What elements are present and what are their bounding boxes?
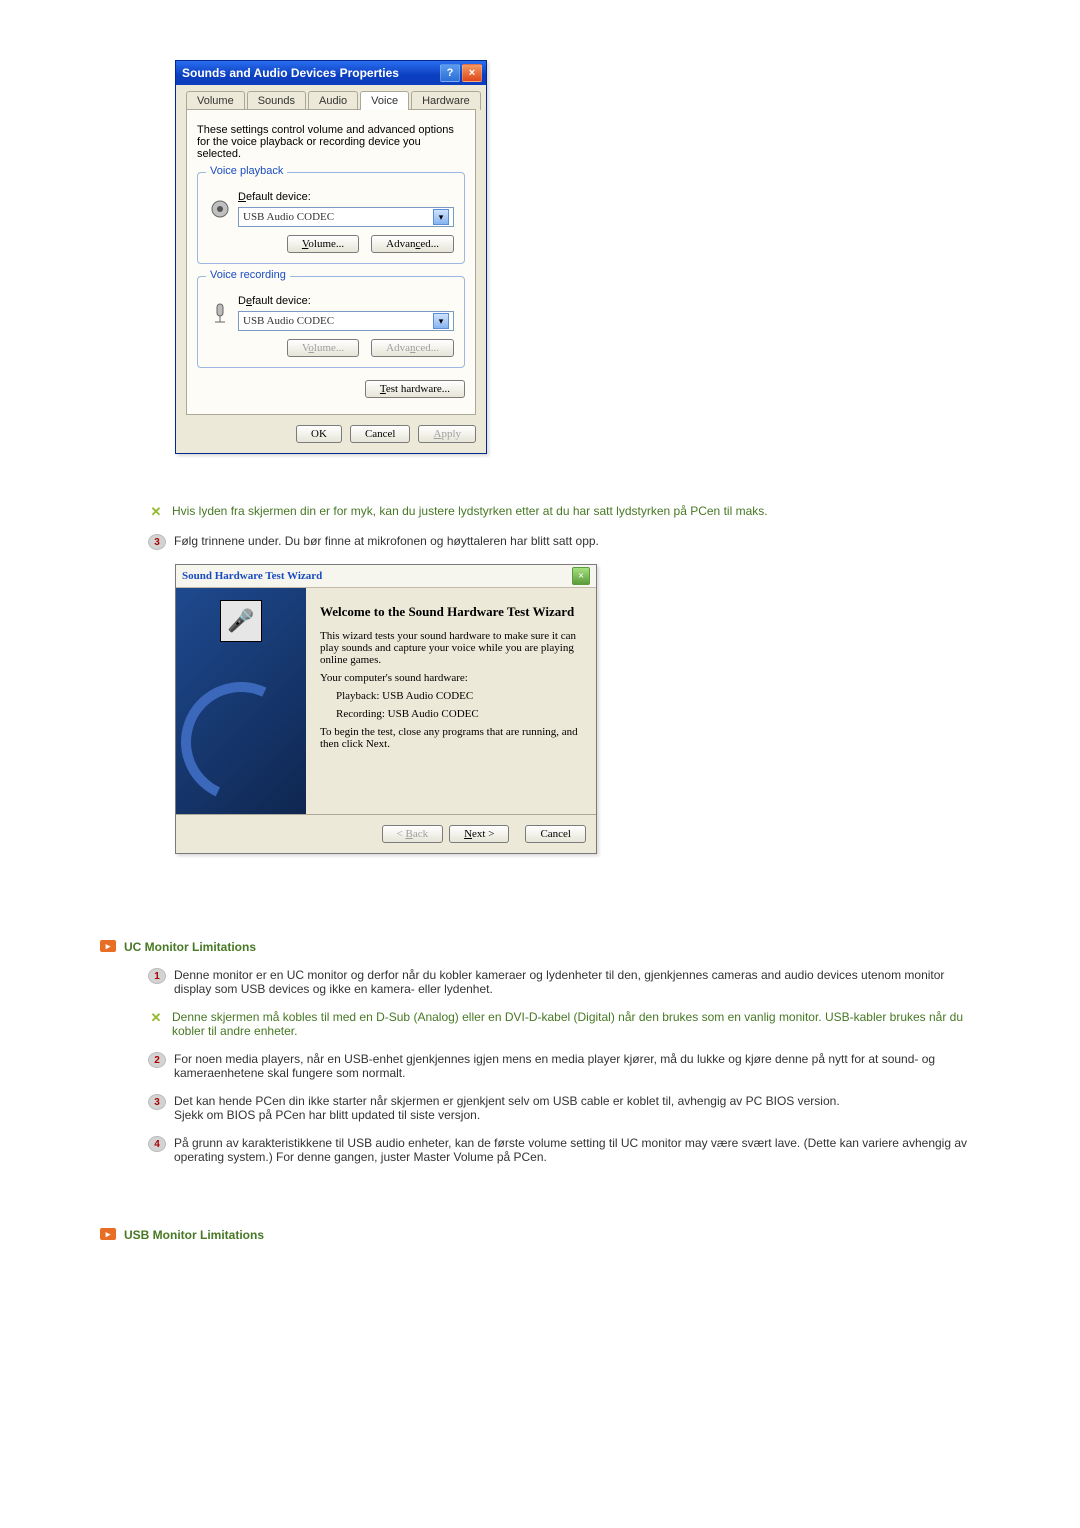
recording-device-value: USB Audio CODEC — [243, 315, 334, 327]
step-number-icon: 1 — [148, 968, 166, 984]
sound-audio-properties-dialog: Sounds and Audio Devices Properties ? × … — [175, 60, 487, 454]
recording-default-label: Default device: — [238, 295, 454, 307]
ok-button[interactable]: OK — [296, 425, 342, 443]
cancel-button[interactable]: Cancel — [350, 425, 411, 443]
section-uc-heading: ▸ UC Monitor Limitations — [100, 940, 980, 954]
chevron-down-icon: ▾ — [433, 209, 449, 225]
close-icon[interactable]: × — [572, 567, 590, 585]
tab-panel-voice: These settings control volume and advanc… — [186, 109, 476, 415]
wizard-heading: Welcome to the Sound Hardware Test Wizar… — [320, 604, 582, 620]
group-title-playback: Voice playback — [206, 165, 287, 177]
voice-description: These settings control volume and advanc… — [197, 124, 465, 160]
uc-item-3b: Sjekk om BIOS på PCen har blitt updated … — [174, 1108, 480, 1122]
back-button[interactable]: < Back — [382, 825, 444, 843]
test-hardware-button[interactable]: Test hardware... — [365, 380, 465, 398]
apply-button[interactable]: Apply — [418, 425, 476, 443]
wizard-hardware-label: Your computer's sound hardware: — [320, 672, 582, 684]
sound-hardware-test-wizard: Sound Hardware Test Wizard × 🎤 Welcome t… — [175, 564, 597, 854]
recording-volume-button[interactable]: Volume... — [287, 339, 359, 357]
playback-volume-button[interactable]: Volume... — [287, 235, 359, 253]
wizard-recording-device: Recording: USB Audio CODEC — [336, 708, 582, 720]
playback-device-value: USB Audio CODEC — [243, 211, 334, 223]
section-arrow-icon: ▸ — [100, 940, 116, 952]
uc-item-4: 4 På grunn av karakteristikkene til USB … — [100, 1136, 980, 1164]
dialog-titlebar: Sounds and Audio Devices Properties ? × — [176, 61, 486, 85]
uc-item-3a: Det kan hende PCen din ikke starter når … — [174, 1094, 840, 1108]
uc-item-3: 3 Det kan hende PCen din ikke starter nå… — [100, 1094, 980, 1122]
group-voice-playback: Voice playback Default device: USB Audio… — [197, 172, 465, 264]
chevron-down-icon: ▾ — [433, 313, 449, 329]
note-icon: ✕ — [148, 1010, 164, 1026]
speaker-icon — [208, 197, 232, 221]
close-icon[interactable]: × — [462, 64, 482, 82]
microphone-icon — [208, 301, 232, 325]
playback-default-label: Default device: — [238, 191, 454, 203]
tab-sounds[interactable]: Sounds — [247, 91, 306, 110]
group-voice-recording: Voice recording Default device: USB Audi… — [197, 276, 465, 368]
group-title-recording: Voice recording — [206, 269, 290, 281]
playback-device-select[interactable]: USB Audio CODEC ▾ — [238, 207, 454, 227]
step-number-icon: 3 — [148, 1094, 166, 1110]
tab-volume[interactable]: Volume — [186, 91, 245, 110]
step-3: 3 Følg trinnene under. Du bør finne at m… — [100, 534, 980, 550]
microphone-icon: 🎤 — [220, 600, 262, 642]
note-adjust-volume: ✕ Hvis lyden fra skjermen din er for myk… — [100, 504, 980, 520]
tab-voice[interactable]: Voice — [360, 91, 409, 110]
wizard-titlebar: Sound Hardware Test Wizard × — [176, 565, 596, 588]
playback-advanced-button[interactable]: Advanced... — [371, 235, 454, 253]
uc-note-1: ✕ Denne skjermen må kobles til med en D-… — [100, 1010, 980, 1038]
soundwave-icon — [164, 665, 318, 819]
uc-item-1: 1 Denne monitor er en UC monitor og derf… — [100, 968, 980, 996]
help-icon[interactable]: ? — [440, 64, 460, 82]
section-usb-heading: ▸ USB Monitor Limitations — [100, 1228, 980, 1242]
step-number-icon: 2 — [148, 1052, 166, 1068]
uc-item-2: 2 For noen media players, når en USB-enh… — [100, 1052, 980, 1080]
cancel-button[interactable]: Cancel — [525, 825, 586, 843]
wizard-intro-text: This wizard tests your sound hardware to… — [320, 630, 582, 666]
wizard-playback-device: Playback: USB Audio CODEC — [336, 690, 582, 702]
recording-advanced-button[interactable]: Advanced... — [371, 339, 454, 357]
note-icon: ✕ — [148, 504, 164, 520]
tab-hardware[interactable]: Hardware — [411, 91, 481, 110]
tab-audio[interactable]: Audio — [308, 91, 358, 110]
wizard-begin-text: To begin the test, close any programs th… — [320, 726, 582, 750]
section-arrow-icon: ▸ — [100, 1228, 116, 1240]
wizard-side-graphic: 🎤 — [176, 588, 306, 814]
recording-device-select[interactable]: USB Audio CODEC ▾ — [238, 311, 454, 331]
step-number-icon: 3 — [148, 534, 166, 550]
next-button[interactable]: Next > — [449, 825, 509, 843]
wizard-title: Sound Hardware Test Wizard — [182, 570, 322, 582]
step-number-icon: 4 — [148, 1136, 166, 1152]
dialog-title: Sounds and Audio Devices Properties — [182, 66, 399, 80]
